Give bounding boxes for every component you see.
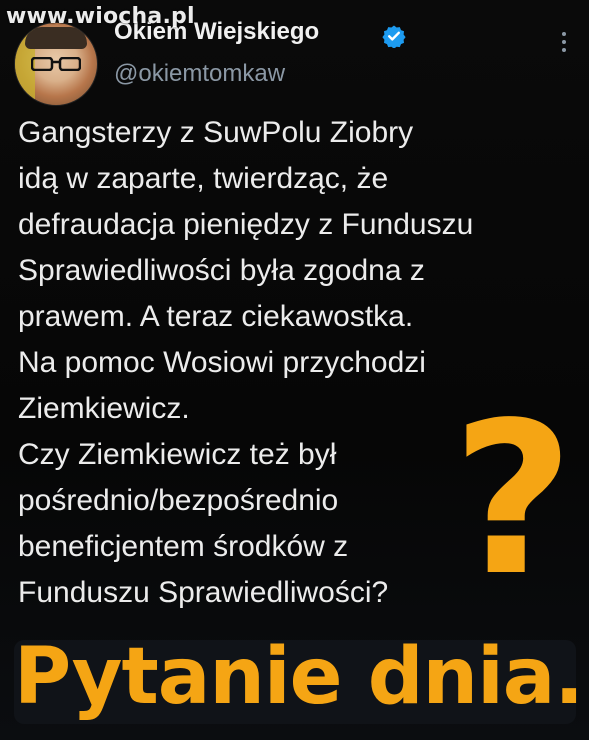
tweet-line: defraudacja pieniędzy z Funduszu: [18, 208, 474, 241]
watermark: www.wiocha.pl: [6, 4, 195, 29]
tweet-line: idą w zaparte, twierdząc, że: [18, 162, 389, 195]
banner-text: Pytanie dnia.: [14, 632, 584, 722]
avatar[interactable]: [14, 22, 98, 106]
tweet-line: Sprawiedliwości była zgodna z: [18, 254, 425, 287]
verified-badge-icon: [382, 25, 406, 48]
tweet-card: www.wiocha.pl Okiem Wiejskiego @okiemtom…: [0, 0, 589, 740]
avatar-hair: [25, 27, 87, 49]
tweet-line: Gangsterzy z SuwPolu Ziobry: [18, 116, 414, 149]
avatar-glasses: [31, 57, 81, 71]
question-mark-graphic: ?: [452, 377, 574, 622]
tweet-line: prawem. A teraz ciekawostka.: [18, 300, 414, 333]
author-handle[interactable]: @okiemtomkaw: [114, 60, 285, 88]
more-options-icon[interactable]: [552, 30, 576, 54]
